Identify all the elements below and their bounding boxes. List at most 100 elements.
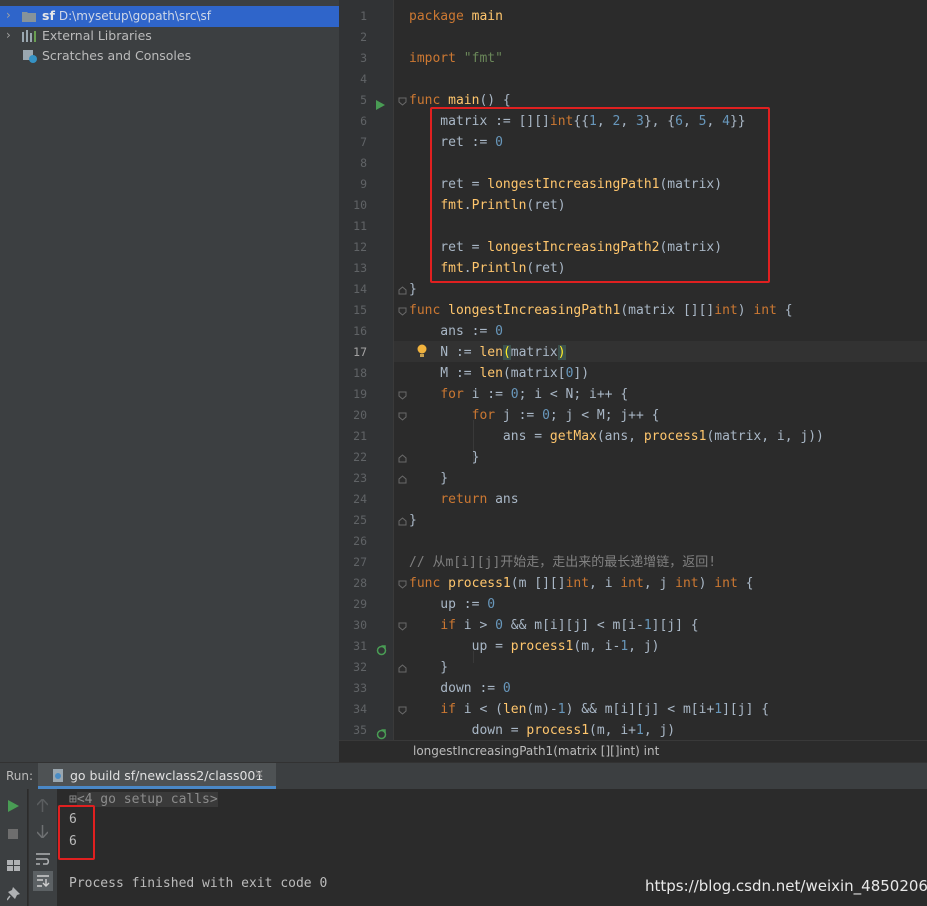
down-arrow-icon[interactable] xyxy=(36,823,49,842)
setup-calls: <4 go setup calls> xyxy=(76,792,218,807)
fold-icon[interactable] xyxy=(398,622,407,631)
line-number: 28 xyxy=(353,576,367,590)
line-number: 32 xyxy=(353,660,367,674)
line-number: 5 xyxy=(360,93,367,107)
run-panel-header: Run: go build sf/newclass2/class001 ✕ xyxy=(0,762,927,789)
code-line: matrix := [][]int{{1, 2, 3}, {6, 5, 4}} xyxy=(409,114,746,129)
code-line: fmt.Println(ret) xyxy=(440,261,566,276)
line-number: 30 xyxy=(353,618,367,632)
expand-icon[interactable]: ⊞ xyxy=(69,792,77,807)
code-line: down = process1(m, i+1, j) xyxy=(409,723,676,738)
line-number: 12 xyxy=(353,240,367,254)
line-number: 6 xyxy=(360,114,367,128)
code-line: down := 0 xyxy=(409,681,511,696)
code-line: package main xyxy=(409,9,503,24)
pin-icon[interactable] xyxy=(6,886,20,905)
go-file-icon xyxy=(52,768,65,787)
tree-item-external-libraries[interactable]: › External Libraries xyxy=(0,26,339,47)
line-number: 16 xyxy=(353,324,367,338)
run-tab[interactable]: go build sf/newclass2/class001 ✕ xyxy=(38,763,276,789)
line-number: 29 xyxy=(353,597,367,611)
code-line: } xyxy=(409,471,449,486)
project-tree: › sf D:\mysetup\gopath\src\sf › External … xyxy=(0,0,339,762)
fold-icon[interactable] xyxy=(398,517,407,526)
fold-icon[interactable] xyxy=(398,454,407,463)
code-line: ret = longestIncreasingPath1(matrix) xyxy=(409,177,723,192)
code-line: func process1(m [][]int, i int, j int) i… xyxy=(409,576,754,591)
close-icon[interactable]: ✕ xyxy=(254,767,264,781)
code-line: func main() { xyxy=(409,93,511,108)
breadcrumb[interactable]: longestIncreasingPath1(matrix [][]int) i… xyxy=(339,740,927,762)
watermark: https://blog.csdn.net/weixin_48502062 xyxy=(645,877,927,895)
line-number: 31 xyxy=(353,639,367,653)
process-finished: Process finished with exit code 0 xyxy=(69,876,328,891)
line-number: 23 xyxy=(353,471,367,485)
run-gutter-icon[interactable] xyxy=(376,95,385,114)
soft-wrap-icon[interactable] xyxy=(36,850,50,869)
line-number: 17 xyxy=(353,345,367,359)
code-line: fmt.Println(ret) xyxy=(440,198,566,213)
line-number: 24 xyxy=(353,492,367,506)
fold-icon[interactable] xyxy=(398,307,407,316)
code-line: ans := 0 xyxy=(409,324,503,339)
library-icon xyxy=(22,30,36,45)
fold-icon[interactable] xyxy=(398,286,407,295)
line-number: 25 xyxy=(353,513,367,527)
line-number: 13 xyxy=(353,261,367,275)
output-line: 6 xyxy=(69,812,77,827)
code-line: for i := 0; i < N; i++ { xyxy=(440,387,629,402)
fold-icon[interactable] xyxy=(398,97,407,106)
run-toolbar xyxy=(0,789,27,906)
up-arrow-icon[interactable] xyxy=(36,797,49,816)
code-editor[interactable]: 1 2 3 4 5 6 7 8 9 10 11 12 13 14 15 16 17 18 19 20 21 22 23 24 2… xyxy=(339,0,927,740)
fold-icon[interactable] xyxy=(398,664,407,673)
line-number: 14 xyxy=(353,282,367,296)
scratches-icon xyxy=(22,50,38,67)
line-number: 10 xyxy=(353,198,367,212)
chevron-right-icon[interactable]: › xyxy=(6,8,11,22)
line-number: 35 xyxy=(353,723,367,737)
line-number: 19 xyxy=(353,387,367,401)
code-line: } xyxy=(409,660,449,675)
play-icon[interactable] xyxy=(8,797,19,816)
line-number: 15 xyxy=(353,303,367,317)
code-line: import "fmt" xyxy=(409,51,503,66)
layout-icon[interactable] xyxy=(7,856,20,875)
line-number: 4 xyxy=(360,72,367,86)
line-number: 18 xyxy=(353,366,367,380)
tree-item-label: Scratches and Consoles xyxy=(42,48,192,63)
line-number: 8 xyxy=(360,156,367,170)
chevron-right-icon[interactable]: › xyxy=(6,28,11,42)
line-number: 22 xyxy=(353,450,367,464)
line-number: 11 xyxy=(353,219,367,233)
code-line: up = process1(m, i-1, j) xyxy=(409,639,660,654)
fold-icon[interactable] xyxy=(398,706,407,715)
code-line: ans = getMax(ans, process1(matrix, i, j)… xyxy=(409,429,824,444)
tree-item-sf[interactable]: › sf D:\mysetup\gopath\src\sf xyxy=(0,6,339,27)
code-line: if i < (len(m)-1) && m[i][j] < m[i+1][j]… xyxy=(440,702,770,717)
line-number: 7 xyxy=(360,135,367,149)
tree-item-scratches[interactable]: Scratches and Consoles xyxy=(0,46,339,67)
code-line: M := len(matrix[0]) xyxy=(409,366,590,381)
line-number: 1 xyxy=(360,9,367,23)
scroll-end-icon[interactable] xyxy=(33,871,53,891)
fold-icon[interactable] xyxy=(398,580,407,589)
tree-item-path: D:\mysetup\gopath\src\sf xyxy=(58,9,211,23)
tree-item-label: sf xyxy=(42,8,55,23)
line-number: 2 xyxy=(360,30,367,44)
recursion-icon xyxy=(376,641,387,660)
code-line: N := len(matrix) xyxy=(409,345,566,360)
code-line: if i > 0 && m[i][j] < m[i-1][j] { xyxy=(440,618,699,633)
code-line: } xyxy=(409,450,480,465)
fold-icon[interactable] xyxy=(398,412,407,421)
run-toolbar-secondary xyxy=(28,789,57,906)
stop-icon[interactable] xyxy=(8,824,18,843)
code-line: func longestIncreasingPath1(matrix [][]i… xyxy=(409,303,793,318)
setup-calls-line[interactable]: ⊞<4 go setup calls> xyxy=(69,792,218,807)
fold-icon[interactable] xyxy=(398,391,407,400)
folder-icon xyxy=(22,10,36,25)
output-line: 6 xyxy=(69,834,77,849)
code-line: return ans xyxy=(440,492,519,507)
line-number: 33 xyxy=(353,681,367,695)
fold-icon[interactable] xyxy=(398,475,407,484)
